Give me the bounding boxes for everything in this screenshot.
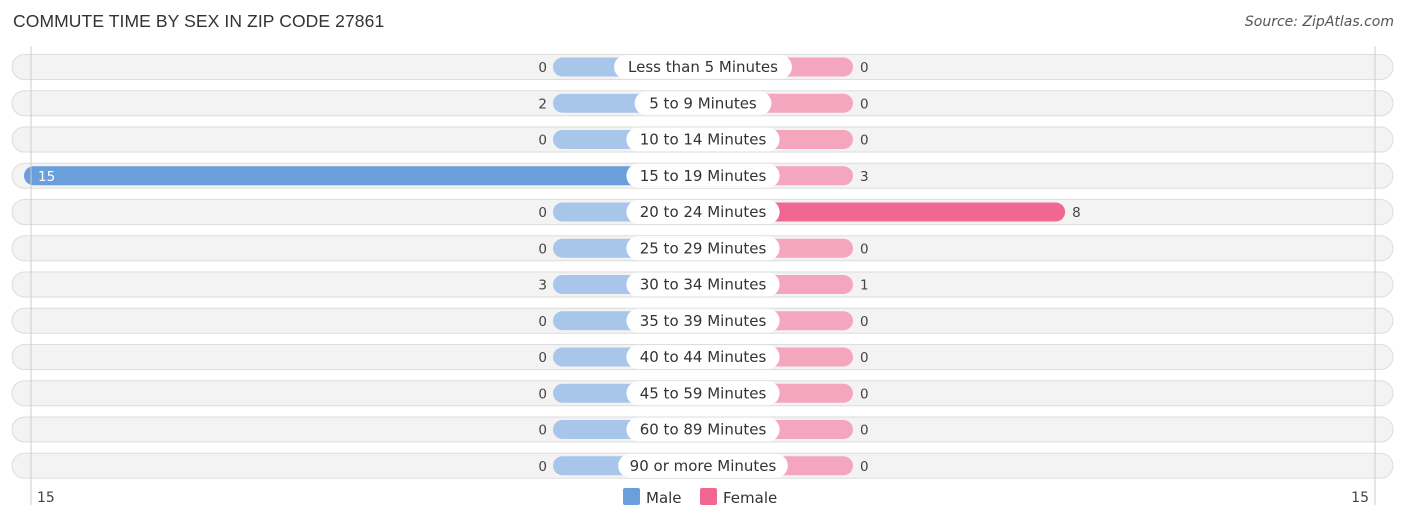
category-label: 10 to 14 Minutes	[640, 131, 767, 149]
category-label: 20 to 24 Minutes	[640, 203, 767, 221]
value-female: 0	[860, 314, 869, 330]
value-female: 0	[860, 133, 869, 149]
value-female: 0	[860, 423, 869, 439]
value-female: 8	[1072, 205, 1081, 221]
value-male: 0	[538, 314, 547, 330]
value-male: 0	[538, 386, 547, 402]
value-male: 3	[538, 278, 547, 294]
value-male: 0	[538, 241, 547, 257]
category-label: 60 to 89 Minutes	[640, 421, 767, 439]
axis-label-left: 15	[37, 490, 55, 506]
value-male: 0	[538, 423, 547, 439]
legend-label-male: Male	[646, 489, 682, 507]
chart-row: 30 to 34 Minutes 3 1	[11, 271, 1394, 298]
value-female: 0	[860, 60, 869, 76]
category-label: 35 to 39 Minutes	[640, 312, 767, 330]
chart-row: 5 to 9 Minutes 2 0	[11, 90, 1394, 117]
value-female: 0	[860, 96, 869, 112]
legend-label-female: Female	[723, 489, 777, 507]
category-label: 45 to 59 Minutes	[640, 384, 767, 402]
legend-swatch-male	[623, 488, 640, 505]
value-female: 0	[860, 459, 869, 475]
chart: Less than 5 Minutes0 05 to 9 Minutes2 010 …	[11, 46, 1394, 507]
chart-row: 35 to 39 Minutes 0 0	[11, 307, 1394, 334]
value-female: 0	[860, 350, 869, 366]
legend: Male Female	[623, 488, 777, 507]
axis-label-right: 15	[1351, 490, 1369, 506]
chart-row: 20 to 24 Minutes 0 8	[11, 199, 1394, 225]
chart-row: Less than 5 Minutes 0 0	[11, 54, 1394, 80]
value-female: 0	[860, 386, 869, 402]
category-label: 5 to 9 Minutes	[649, 94, 757, 112]
value-male: 0	[538, 350, 547, 366]
category-label: 25 to 29 Minutes	[640, 239, 767, 257]
category-label: 90 or more Minutes	[630, 457, 777, 475]
category-label: 30 to 34 Minutes	[640, 276, 767, 294]
value-male: 0	[538, 133, 547, 149]
category-label: Less than 5 Minutes	[628, 58, 778, 76]
chart-row: 90 or more Minutes 0 0	[11, 452, 1394, 479]
chart-row: 10 to 14 Minutes 0 0	[11, 126, 1394, 153]
chart-row: 60 to 89 Minutes 0 0	[11, 416, 1394, 443]
value-female: 1	[860, 278, 869, 294]
value-male: 0	[538, 459, 547, 475]
value-male: 2	[538, 96, 547, 112]
value-male: 0	[538, 60, 547, 76]
category-label: 15 to 19 Minutes	[640, 167, 767, 185]
value-male: 0	[538, 205, 547, 221]
bar-male	[24, 166, 703, 186]
chart-row: 15 to 19 Minutes 15 3	[11, 162, 1394, 189]
legend-swatch-female	[700, 488, 717, 505]
chart-row: 40 to 44 Minutes 0 0	[11, 344, 1394, 370]
chart-row: 45 to 59 Minutes 0 0	[11, 380, 1394, 407]
chart-row: 25 to 29 Minutes 0 0	[11, 235, 1394, 262]
value-female: 0	[860, 241, 869, 257]
category-label: 40 to 44 Minutes	[640, 348, 767, 366]
value-female: 3	[860, 169, 869, 185]
value-male: 15	[38, 169, 55, 185]
